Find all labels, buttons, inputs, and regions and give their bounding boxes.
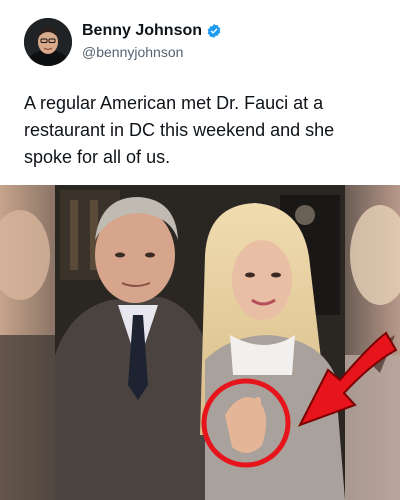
photo-image <box>0 185 400 500</box>
tweet-photo[interactable] <box>0 185 400 500</box>
tweet-text: A regular American met Dr. Fauci at a re… <box>24 93 335 167</box>
author-name-row[interactable]: Benny Johnson <box>82 22 222 40</box>
tweet-header: Benny Johnson @bennyjohnson <box>0 0 400 80</box>
avatar[interactable] <box>24 18 72 66</box>
author-name[interactable]: Benny Johnson <box>82 22 202 40</box>
verified-badge-icon <box>207 24 221 38</box>
author-handle[interactable]: @bennyjohnson <box>82 44 183 60</box>
avatar-image <box>24 18 72 66</box>
